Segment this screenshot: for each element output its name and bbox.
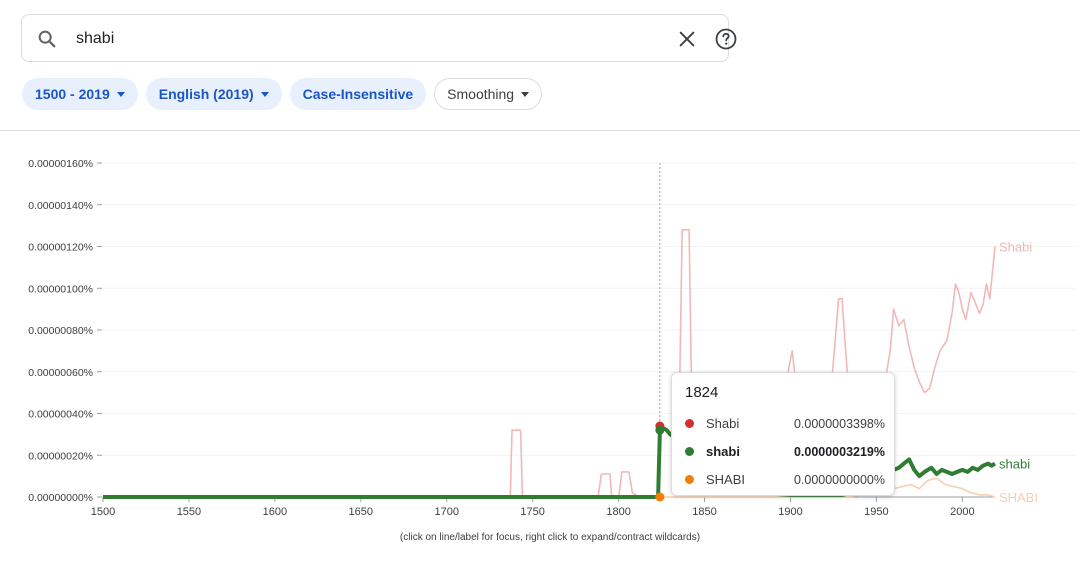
clear-icon[interactable] — [676, 28, 698, 50]
series-end-label: Shabi — [999, 240, 1032, 255]
year-range-dropdown[interactable]: 1500 - 2019 — [22, 78, 138, 110]
hover-point — [655, 425, 665, 435]
case-label: Case-Insensitive — [302, 86, 414, 102]
x-tick-label: 1800 — [606, 506, 630, 518]
tooltip-row-shabi-upper: SHABI 0.0000000000% — [685, 471, 885, 489]
chart-footnote: (click on line/label for focus, right cl… — [399, 532, 701, 543]
x-tick-label: 1850 — [692, 506, 716, 518]
x-tick-label: 1700 — [434, 506, 458, 518]
tooltip-year: 1824 — [685, 384, 719, 401]
y-tick-label: 0.00000000% — [28, 492, 93, 504]
x-tick-label: 1900 — [778, 506, 802, 518]
smoothing-label: Smoothing — [447, 86, 515, 102]
y-tick-label: 0.00000140% — [28, 200, 93, 212]
filter-bar: 1500 - 2019 English (2019) Case-Insensit… — [22, 78, 543, 110]
hover-tooltip: 1824 Shabi 0.0000003398% shabi 0.0000003… — [671, 372, 895, 496]
series-end-label: SHABI — [999, 490, 1038, 505]
chevron-down-icon — [521, 91, 530, 97]
tooltip-series-value: 0.0000003398% — [793, 417, 885, 431]
hover-point — [655, 492, 665, 502]
search-input[interactable] — [74, 24, 638, 54]
tooltip-row-shabi-title: Shabi 0.0000003398% — [685, 415, 885, 433]
search-icon — [38, 30, 56, 48]
y-tick-label: 0.00000100% — [28, 283, 93, 295]
chevron-down-icon — [116, 91, 125, 97]
y-tick-label: 0.00000120% — [28, 242, 93, 254]
search-box — [21, 14, 737, 62]
tooltip-series-value: 0.0000003219% — [793, 445, 885, 459]
x-tick-label: 1600 — [263, 506, 287, 518]
case-insensitive-toggle[interactable]: Case-Insensitive — [289, 78, 427, 110]
y-tick-label: 0.00000160% — [28, 158, 93, 170]
corpus-dropdown[interactable]: English (2019) — [145, 78, 282, 110]
x-tick-label: 1650 — [349, 506, 373, 518]
ngram-chart: 0.00000000% 0.00000020% 0.00000040% 0.00000… — [28, 158, 1075, 518]
series-end-label: shabi — [999, 457, 1030, 472]
x-tick-label: 1550 — [177, 506, 201, 518]
series-dot-icon — [685, 475, 694, 484]
corpus-label: English (2019) — [158, 86, 254, 102]
x-tick-label: 1750 — [520, 506, 544, 518]
smoothing-dropdown[interactable]: Smoothing — [434, 78, 543, 110]
series-dot-icon — [685, 419, 694, 428]
chevron-down-icon — [260, 91, 269, 97]
x-tick-label: 1950 — [864, 506, 888, 518]
tooltip-series-name: Shabi — [706, 416, 740, 431]
tooltip-series-name: SHABI — [706, 472, 746, 487]
y-tick-label: 0.00000060% — [28, 367, 93, 379]
help-icon[interactable] — [714, 27, 738, 51]
x-tick-label: 1500 — [91, 506, 115, 518]
y-tick-label: 0.00000080% — [28, 325, 93, 337]
x-tick-label: 2000 — [950, 506, 974, 518]
tooltip-row-shabi-lower: shabi 0.0000003219% — [685, 443, 885, 461]
y-tick-label: 0.00000040% — [28, 409, 93, 421]
series-dot-icon — [685, 447, 694, 456]
tooltip-series-value: 0.0000000000% — [793, 473, 885, 487]
year-range-label: 1500 - 2019 — [35, 86, 110, 102]
y-tick-label: 0.00000020% — [28, 450, 93, 462]
tooltip-series-name: shabi — [706, 444, 740, 459]
